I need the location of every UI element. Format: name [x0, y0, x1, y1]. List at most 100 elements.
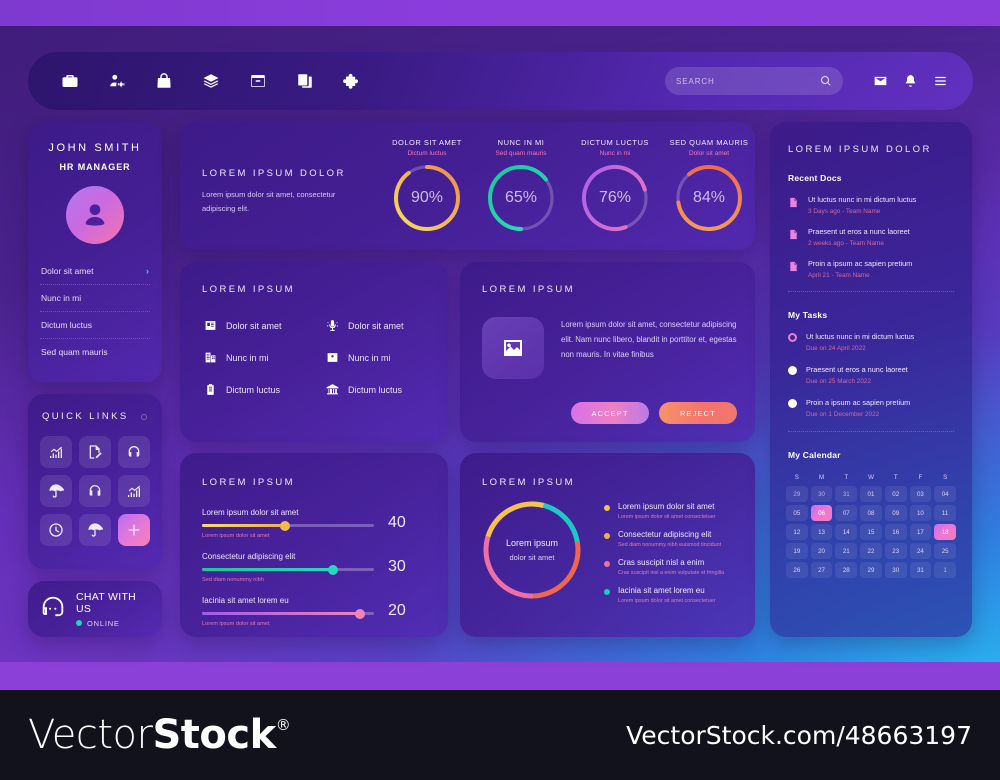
search-field[interactable] — [676, 76, 820, 86]
calendar-day[interactable]: 24 — [909, 543, 932, 559]
calendar-day[interactable]: 10 — [909, 505, 932, 521]
list-item[interactable]: Proin a ipsum ac sapien pretium April 21… — [788, 259, 954, 279]
reject-button[interactable]: REJECT — [659, 402, 737, 424]
calendar-day[interactable]: 03 — [909, 486, 932, 502]
calendar-day[interactable]: 14 — [835, 524, 858, 540]
slider-knob[interactable] — [327, 564, 338, 575]
gauge-title: NUNC IN MI — [497, 138, 545, 147]
search-icon[interactable] — [820, 75, 832, 87]
hamburger-menu-icon[interactable] — [925, 68, 955, 94]
slider-knob[interactable] — [279, 520, 290, 531]
legend-item[interactable]: Cras suscipit nisl a enim Cras suscipit … — [604, 558, 724, 576]
mail-icon[interactable] — [865, 68, 895, 94]
list-item[interactable]: Dictum luctus — [326, 383, 448, 396]
quick-link-clock[interactable] — [40, 514, 72, 546]
calendar-day[interactable]: 02 — [884, 486, 907, 502]
calendar-day[interactable]: 22 — [860, 543, 882, 559]
puzzle-piece-icon[interactable] — [328, 64, 375, 98]
quick-link-umbrella[interactable] — [40, 475, 72, 507]
quick-link-headset[interactable] — [118, 436, 150, 468]
list-item[interactable]: Praesent ut eros a nunc laoreet 2 weeks … — [788, 227, 954, 247]
calendar-day[interactable]: 17 — [909, 524, 932, 540]
legend-item[interactable]: Iacinia sit amet lorem eu Lorem ipsum do… — [604, 586, 724, 604]
archive-box-icon[interactable] — [234, 64, 281, 98]
building-icon — [205, 352, 216, 363]
calendar-day[interactable]: 12 — [786, 524, 808, 540]
calendar-day[interactable]: 16 — [884, 524, 907, 540]
calendar-day[interactable]: 1 — [934, 562, 956, 578]
bell-icon[interactable] — [895, 68, 925, 94]
calendar-day[interactable]: 27 — [810, 562, 833, 578]
quick-link-headphones[interactable] — [79, 475, 111, 507]
calendar-day[interactable]: 15 — [860, 524, 882, 540]
calendar-day[interactable]: 09 — [884, 505, 907, 521]
slider-knob[interactable] — [355, 608, 366, 619]
task-radio-icon[interactable] — [788, 333, 797, 342]
calendar-day[interactable]: 11 — [934, 505, 956, 521]
layers-icon[interactable] — [187, 64, 234, 98]
list-item[interactable]: Ut luctus nunc in mi dictum luctus Due o… — [788, 332, 954, 352]
calendar-day[interactable]: 31 — [909, 562, 932, 578]
calendar-day[interactable]: 01 — [860, 486, 882, 502]
quick-link-umbrella-2[interactable] — [79, 514, 111, 546]
legend-item[interactable]: Lorem ipsum dolor sit amet Lorem ipsum d… — [604, 502, 724, 520]
media-thumbnail[interactable] — [482, 317, 544, 379]
sidebar-item-dolor-sit-amet[interactable]: Dolor sit amet › — [40, 258, 150, 285]
list-item[interactable]: Proin a ipsum ac sapien pretium Due on 1… — [788, 398, 954, 418]
slider-track[interactable] — [202, 608, 374, 619]
calendar-day[interactable]: 26 — [786, 562, 808, 578]
task-title: Ut luctus nunc in mi dictum luctus — [806, 332, 915, 341]
list-item[interactable]: Nunc in mi — [326, 351, 448, 364]
sidebar-item-nunc-in-mi[interactable]: Nunc in mi — [40, 285, 150, 312]
calendar-day[interactable]: 05 — [786, 505, 808, 521]
chat-with-us-card[interactable]: CHAT WITH US ONLINE — [28, 581, 162, 637]
slider-main: Iacinia sit amet lorem eu Lorem ipsum do… — [202, 596, 374, 627]
task-radio-icon[interactable] — [788, 366, 797, 375]
list-item[interactable]: Ut luctus nunc in mi dictum luctus 3 Day… — [788, 195, 954, 215]
list-item[interactable]: Dictum luctus — [204, 383, 326, 396]
calendar-day[interactable]: 29 — [860, 562, 882, 578]
legend-label: Consectetur adipiscing elit — [618, 530, 712, 539]
calendar-day[interactable]: 19 — [786, 543, 808, 559]
task-radio-icon[interactable] — [788, 399, 797, 408]
list-item[interactable]: Dolor sit amet — [326, 319, 448, 332]
list-item[interactable]: Praesent ut eros a nunc laoreet Due on 2… — [788, 365, 954, 385]
calendar-day[interactable]: 25 — [934, 543, 956, 559]
calendar-day[interactable]: 23 — [884, 543, 907, 559]
calendar-day[interactable]: 29 — [786, 486, 808, 502]
legend-item[interactable]: Consectetur adipiscing elit Sed diam non… — [604, 530, 724, 548]
calendar-day[interactable]: 20 — [810, 543, 833, 559]
calendar-day[interactable]: 28 — [835, 562, 858, 578]
slider-track[interactable] — [202, 520, 374, 531]
sidebar-item-sed-quam-mauris[interactable]: Sed quam mauris — [40, 339, 150, 365]
list-item-label: Nunc in mi — [226, 352, 269, 363]
legend-sublabel: Lorem ipsum dolor sit amet consectetuer — [618, 514, 716, 520]
options-dot-icon[interactable] — [141, 414, 147, 420]
accept-button[interactable]: ACCEPT — [571, 402, 649, 424]
calendar-day[interactable]: 08 — [860, 505, 882, 521]
list-item[interactable]: Nunc in mi — [204, 351, 326, 364]
calendar-day[interactable]: 31 — [835, 486, 858, 502]
calendar-day[interactable]: 04 — [934, 486, 956, 502]
sidebar-item-dictum-luctus[interactable]: Dictum luctus — [40, 312, 150, 339]
task-text: Proin a ipsum ac sapien pretium Due on 1… — [806, 398, 910, 418]
user-settings-icon[interactable] — [93, 64, 140, 98]
task-due: Due on 24 April 2022 — [806, 345, 866, 352]
calendar-day[interactable]: 13 — [810, 524, 833, 540]
quick-link-bar-chart-2[interactable] — [118, 475, 150, 507]
calendar-day-selected[interactable]: 06 — [810, 505, 833, 521]
quick-link-bar-chart[interactable] — [40, 436, 72, 468]
shopping-bag-icon[interactable] — [140, 64, 187, 98]
calendar-day-selected[interactable]: 18 — [934, 524, 956, 540]
calendar-day[interactable]: 30 — [810, 486, 833, 502]
search-input[interactable] — [665, 67, 843, 95]
quick-link-edit-document[interactable] — [79, 436, 111, 468]
calendar-day[interactable]: 30 — [884, 562, 907, 578]
copy-icon[interactable] — [281, 64, 328, 98]
calendar-day[interactable]: 21 — [835, 543, 858, 559]
calendar-day[interactable]: 07 — [835, 505, 858, 521]
list-item[interactable]: Dolor sit amet — [204, 319, 326, 332]
quick-link-add-button[interactable] — [118, 514, 150, 546]
briefcase-icon[interactable] — [46, 64, 93, 98]
slider-track[interactable] — [202, 564, 374, 575]
